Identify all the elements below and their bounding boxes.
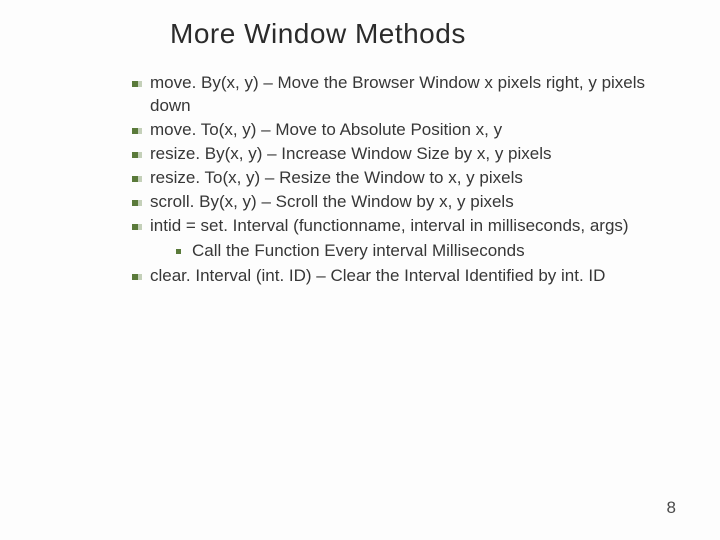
list-item: move. To(x, y) – Move to Absolute Positi… bbox=[132, 119, 672, 142]
list-item: resize. By(x, y) – Increase Window Size … bbox=[132, 143, 672, 166]
list-item: clear. Interval (int. ID) – Clear the In… bbox=[132, 265, 672, 288]
bullet-list: move. By(x, y) – Move the Browser Window… bbox=[40, 72, 680, 287]
list-item-text: intid = set. Interval (functionname, int… bbox=[150, 216, 629, 235]
list-item: intid = set. Interval (functionname, int… bbox=[132, 215, 672, 263]
sub-bullet-list: Call the Function Every interval Millise… bbox=[150, 240, 672, 263]
sub-list-item: Call the Function Every interval Millise… bbox=[176, 240, 672, 263]
slide: More Window Methods move. By(x, y) – Mov… bbox=[0, 0, 720, 540]
list-item: scroll. By(x, y) – Scroll the Window by … bbox=[132, 191, 672, 214]
slide-title: More Window Methods bbox=[40, 18, 680, 50]
list-item: resize. To(x, y) – Resize the Window to … bbox=[132, 167, 672, 190]
list-item: move. By(x, y) – Move the Browser Window… bbox=[132, 72, 672, 118]
page-number: 8 bbox=[667, 498, 676, 518]
